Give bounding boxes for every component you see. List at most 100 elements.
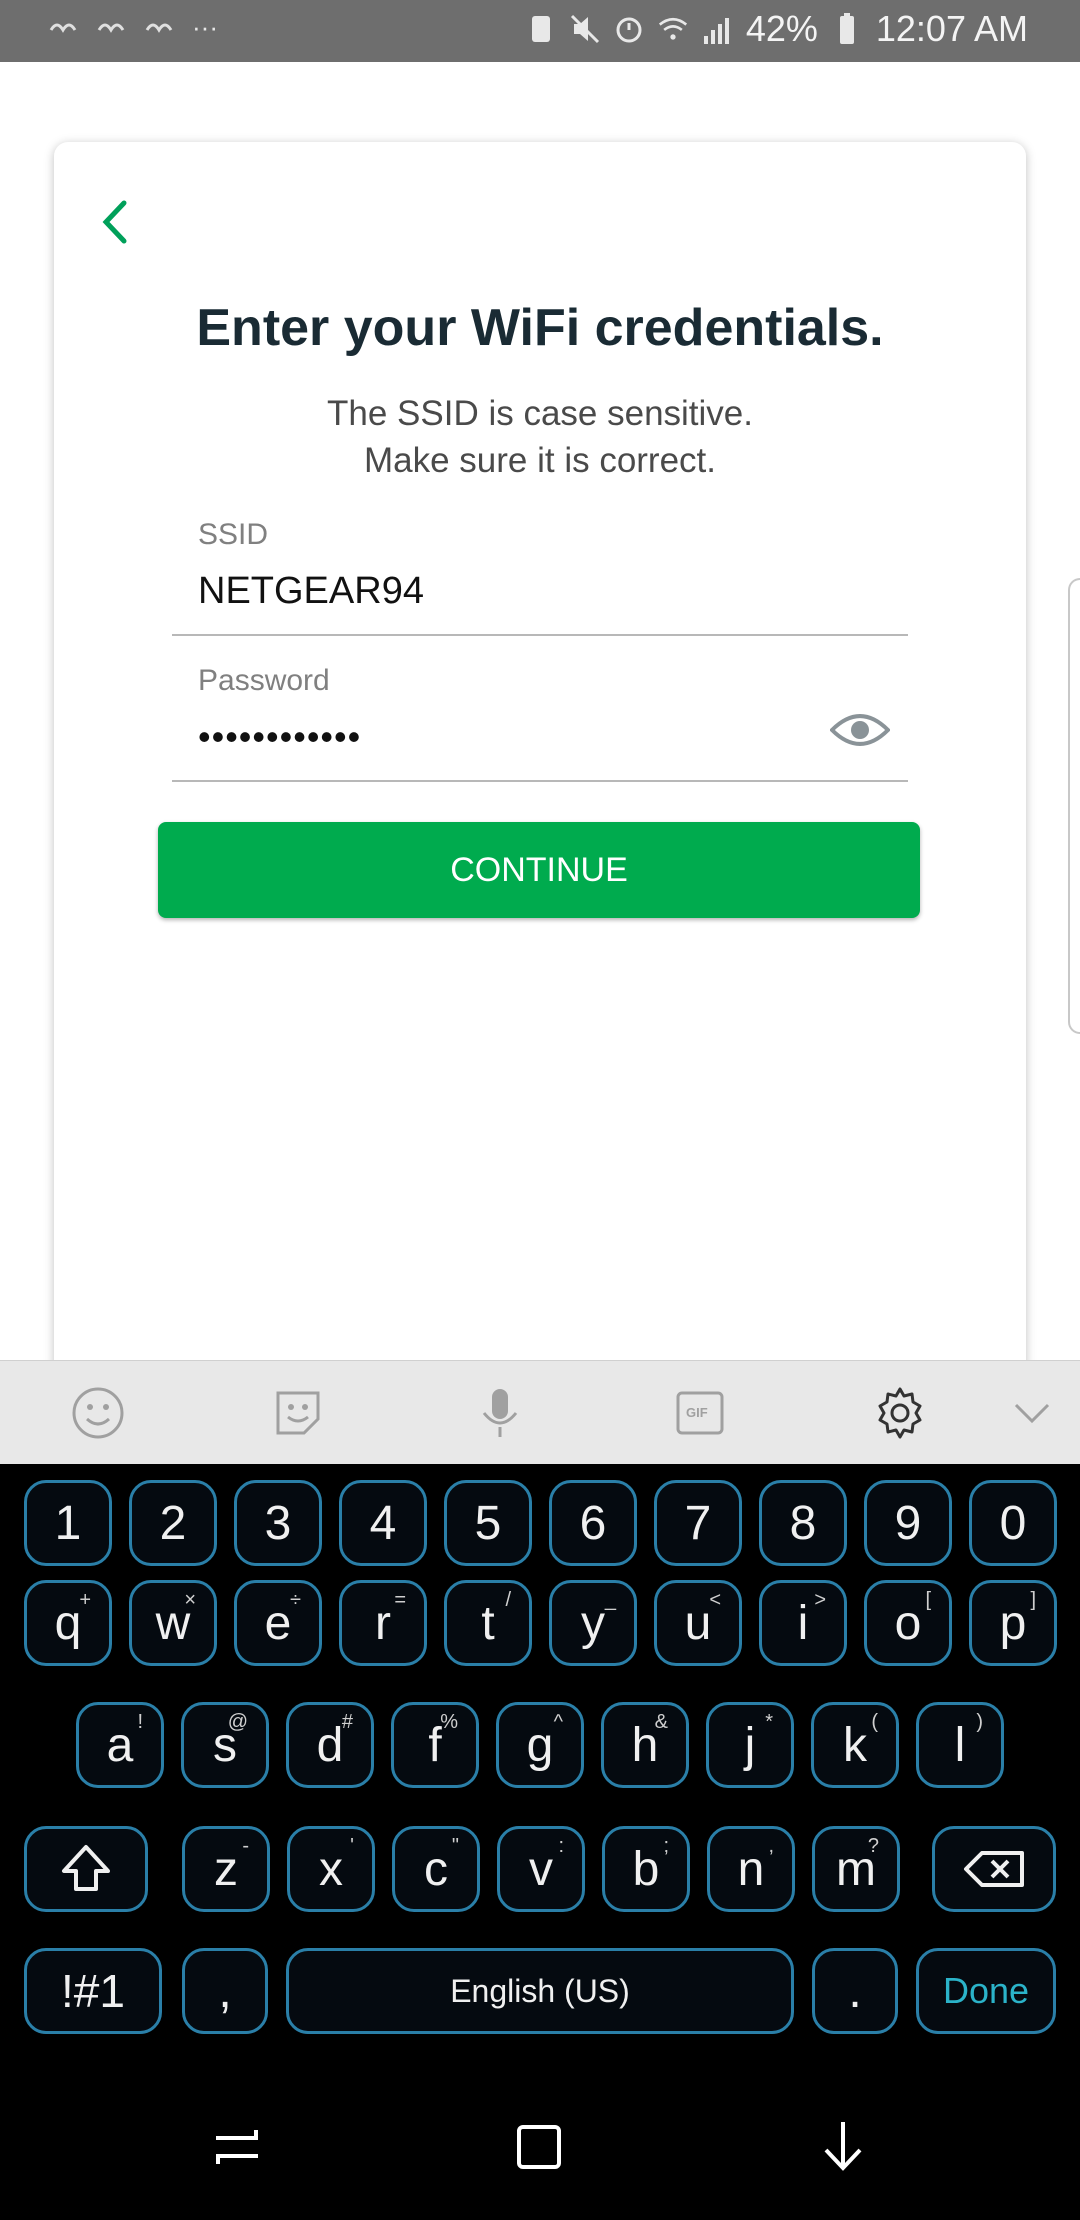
key-n[interactable]: n, [707,1826,795,1912]
key-8[interactable]: 8 [759,1480,847,1566]
key-u[interactable]: u < [654,1580,742,1666]
password-input[interactable]: •••••••••••• [198,716,361,758]
key-i[interactable]: i > [759,1580,847,1666]
emoji-icon[interactable] [70,1385,126,1441]
settings-gear-icon[interactable] [872,1385,928,1441]
key-hint: " [451,1835,459,1857]
key-label: 4 [369,1496,397,1550]
key-hint: > [814,1589,826,1611]
key-4[interactable]: 4 [339,1480,427,1566]
key-hint: # [341,1711,353,1733]
continue-button[interactable]: CONTINUE [158,822,920,918]
key-hint: _ [604,1589,616,1611]
key-j[interactable]: j * [706,1702,794,1788]
key-q[interactable]: q + [24,1580,112,1666]
key-0[interactable]: 0 [969,1480,1057,1566]
key-g[interactable]: g ^ [496,1702,584,1788]
key-label: b [632,1842,660,1896]
key-w[interactable]: w × [129,1580,217,1666]
more-notifications-dots: ··· [192,11,218,42]
key-o[interactable]: o[ [864,1580,952,1666]
key-f[interactable]: f% [391,1702,479,1788]
wifi-credentials-card: Enter your WiFi credentials. The SSID is… [54,142,1026,1442]
key-label: j [744,1718,756,1772]
recent-apps-icon[interactable] [202,2112,272,2182]
key-hint: = [394,1589,406,1611]
page-title: Enter your WiFi credentials. [196,299,884,357]
back-button[interactable] [90,192,140,252]
gif-icon[interactable]: GIF [672,1385,728,1441]
key-9[interactable]: 9 [864,1480,952,1566]
key-label: c [424,1842,448,1896]
backspace-key[interactable] [932,1826,1056,1912]
backspace-icon [964,1851,1024,1887]
key-label: e [264,1596,292,1650]
shift-key[interactable] [24,1826,148,1912]
key-5[interactable]: 5 [444,1480,532,1566]
key-label: a [106,1718,134,1772]
microphone-icon[interactable] [472,1385,528,1441]
subtitle-line: Make sure it is correct. [363,441,717,480]
comma-key[interactable]: , [182,1948,268,2034]
battery-percentage: 42% [745,8,818,49]
key-label: x [319,1842,343,1896]
sticker-icon[interactable] [270,1385,326,1441]
key-hint: < [709,1589,721,1611]
clock: 12:07 AM [875,8,1028,49]
symbols-key[interactable]: !#1 [24,1948,162,2034]
key-1[interactable]: 1 [24,1480,112,1566]
key-s[interactable]: s @ [181,1702,269,1788]
edge-panel-handle[interactable] [1068,578,1080,1034]
key-label: t [481,1596,495,1650]
key-d[interactable]: d # [286,1702,374,1788]
home-icon[interactable] [504,2112,574,2182]
key-hint: ! [137,1711,143,1733]
notification-icons: ··· [48,10,218,44]
key-v[interactable]: v: [497,1826,585,1912]
key-hint: @ [227,1711,248,1733]
key-3[interactable]: 3 [234,1480,322,1566]
key-label: 6 [579,1496,607,1550]
key-6[interactable]: 6 [549,1480,637,1566]
password-underline [172,780,908,782]
key-hint: : [558,1835,564,1857]
key-c[interactable]: c " [392,1826,480,1912]
key-hint: - [242,1835,249,1857]
show-password-eye-icon[interactable] [830,708,890,752]
key-label: 1 [54,1496,82,1550]
period-key[interactable]: . [812,1948,898,2034]
key-x[interactable]: x ' [287,1826,375,1912]
keyboard-toolbar: GIF [0,1360,1080,1465]
notification-app-icon [97,23,125,33]
key-7[interactable]: 7 [654,1480,742,1566]
key-hint: * [765,1711,773,1733]
key-l[interactable]: l) [916,1702,1004,1788]
system-status: 42% 12:07 AM [526,8,1028,50]
ssid-input[interactable]: NETGEAR94 [198,570,424,613]
key-y[interactable]: y _ [549,1580,637,1666]
notification-app-icon [145,23,173,33]
key-2[interactable]: 2 [129,1480,217,1566]
password-label: Password [198,664,330,697]
key-t[interactable]: t / [444,1580,532,1666]
key-z[interactable]: z- [182,1826,270,1912]
chevron-down-icon[interactable] [1004,1385,1060,1441]
key-k[interactable]: k( [811,1702,899,1788]
key-h[interactable]: h & [601,1702,689,1788]
done-key[interactable]: Done [916,1948,1056,2034]
key-label: u [684,1596,712,1650]
signal-icon [703,18,729,44]
key-a[interactable]: a! [76,1702,164,1788]
key-label: 3 [264,1496,292,1550]
key-e[interactable]: e ÷ [234,1580,322,1666]
key-r[interactable]: r = [339,1580,427,1666]
key-label: 2 [159,1496,187,1550]
key-b[interactable]: b; [602,1826,690,1912]
key-m[interactable]: m? [812,1826,900,1912]
status-bar: ··· 42% 12:07 AM [0,0,1080,62]
space-key[interactable]: English (US) [286,1948,794,2034]
key-p[interactable]: p] [969,1580,1057,1666]
key-label: l [954,1718,966,1772]
hide-keyboard-icon[interactable] [808,2112,878,2182]
key-hint: ] [1030,1589,1036,1611]
